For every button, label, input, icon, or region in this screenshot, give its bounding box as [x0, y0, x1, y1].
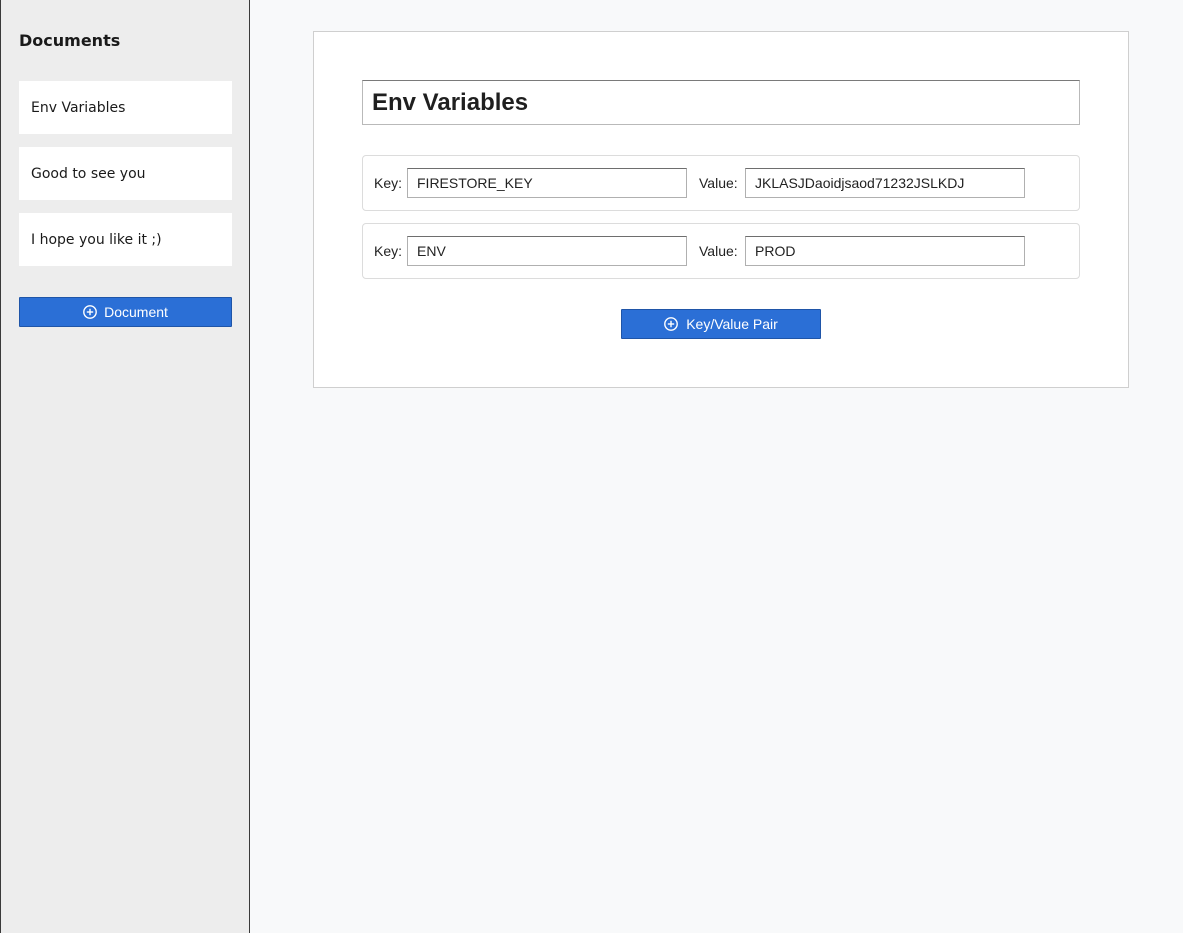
document-item-label: Env Variables — [31, 99, 126, 116]
add-document-label: Document — [104, 304, 168, 320]
key-label: Key: — [374, 175, 403, 191]
value-input[interactable] — [745, 236, 1025, 266]
document-list: Env Variables Good to see you I hope you… — [19, 81, 232, 279]
document-item-label: Good to see you — [31, 165, 146, 182]
key-label: Key: — [374, 243, 403, 259]
add-key-value-pair-label: Key/Value Pair — [686, 316, 778, 332]
value-input[interactable] — [745, 168, 1025, 198]
plus-circle-icon — [83, 305, 97, 319]
key-input[interactable] — [407, 236, 687, 266]
document-list-item[interactable]: Good to see you — [19, 147, 232, 200]
key-value-row: Key: Value: — [362, 223, 1080, 279]
add-key-value-pair-button[interactable]: Key/Value Pair — [621, 309, 821, 339]
key-value-row: Key: Value: — [362, 155, 1080, 211]
value-label: Value: — [699, 175, 738, 191]
sidebar: Documents Env Variables Good to see you … — [0, 0, 250, 933]
plus-circle-icon — [664, 317, 679, 331]
add-document-button[interactable]: Document — [19, 297, 232, 327]
value-label: Value: — [699, 243, 738, 259]
document-list-item[interactable]: Env Variables — [19, 81, 232, 134]
sidebar-title: Documents — [19, 31, 121, 50]
key-input[interactable] — [407, 168, 687, 198]
document-list-item[interactable]: I hope you like it ;) — [19, 213, 232, 266]
document-editor: Key: Value: Key: Value: Key/Value Pair — [313, 31, 1129, 388]
document-item-label: I hope you like it ;) — [31, 231, 162, 248]
document-title-input[interactable] — [362, 80, 1080, 125]
